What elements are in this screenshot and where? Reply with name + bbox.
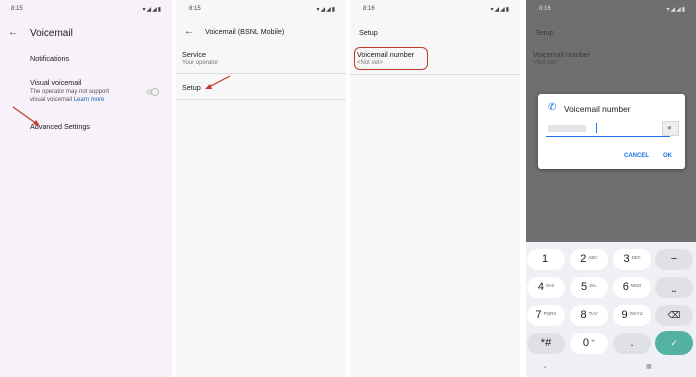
voicemail-number-input[interactable] bbox=[546, 121, 670, 136]
key-star-hash[interactable]: *# bbox=[527, 333, 565, 354]
contact-picker-button[interactable]: ● bbox=[662, 121, 679, 136]
key-minus[interactable]: − bbox=[655, 249, 693, 270]
divider bbox=[350, 74, 520, 75]
key-letters: JKL bbox=[589, 283, 597, 289]
ok-button[interactable]: OK bbox=[663, 153, 672, 159]
voicemail-number-dialog-screen: 8:16 ▾◢◢▮ Setup Voicemail number <Not se… bbox=[526, 0, 696, 377]
key-1[interactable]: 1 bbox=[527, 249, 565, 270]
key-digit: 4 bbox=[537, 281, 545, 293]
backspace-icon: ⌫ bbox=[667, 310, 681, 320]
key-confirm[interactable]: ✓ bbox=[655, 331, 693, 355]
key-letters: WXYZ bbox=[629, 311, 643, 317]
phone-icon: ✆ bbox=[548, 102, 557, 113]
status-icons: ▾◢◢▮ bbox=[490, 7, 510, 13]
key-digit: 7 bbox=[535, 309, 542, 321]
bg-page-title: Setup bbox=[535, 28, 554, 37]
status-bar: 8:16 ▾◢◢▮ bbox=[526, 6, 696, 16]
keyboard-switch-icon[interactable]: ▦ bbox=[646, 363, 652, 370]
setup-screen: 8:16 ▾◢◢▮ Setup Voicemail number <Not se… bbox=[350, 0, 520, 377]
key-digit: *# bbox=[540, 337, 552, 349]
key-letters: TUV bbox=[588, 311, 598, 317]
key-digit: 2 bbox=[580, 253, 587, 265]
key-digit: 1 bbox=[541, 253, 549, 265]
status-bar: 8:16 ▾◢◢▮ bbox=[350, 6, 520, 16]
key-letters: GHI bbox=[546, 283, 555, 289]
key-8[interactable]: 8 TUV bbox=[570, 305, 608, 326]
key-letters: DEF bbox=[631, 255, 641, 261]
dialog-title: Voicemail number bbox=[564, 104, 631, 114]
page-title: Setup bbox=[359, 28, 378, 37]
key-letters: ABC bbox=[588, 255, 598, 261]
status-icons: ▾◢◢▮ bbox=[666, 7, 686, 13]
redacted-number bbox=[548, 125, 586, 132]
input-underline bbox=[546, 136, 670, 137]
cancel-button[interactable]: CANCEL bbox=[624, 153, 649, 159]
annotation-arrow-1 bbox=[12, 106, 40, 126]
key-0[interactable]: 0 + bbox=[570, 333, 608, 354]
annotation-highlight-box bbox=[354, 47, 428, 70]
annotation-arrow-2 bbox=[205, 75, 231, 89]
bg-voicemail-number-title: Voicemail number bbox=[533, 50, 591, 59]
voicemail-carrier-screen: 8:15 ▾◢◢▮ ← Voicemail (BSNL Mobile) Serv… bbox=[176, 0, 346, 377]
key-2[interactable]: 2 ABC bbox=[570, 249, 608, 270]
key-backspace[interactable]: ⌫ bbox=[655, 305, 693, 326]
key-letters: PQRS bbox=[543, 311, 557, 317]
key-6[interactable]: 6 MNO bbox=[613, 277, 651, 298]
key-symbol: − bbox=[670, 253, 678, 265]
key-4[interactable]: 4 GHI bbox=[527, 277, 565, 298]
key-digit: 6 bbox=[622, 281, 629, 293]
key-5[interactable]: 5 JKL bbox=[570, 277, 608, 298]
voicemail-screen: 8:15 ▾◢◢▮ ← Voicemail Notifications Visu… bbox=[0, 0, 172, 377]
key-digit: 9 bbox=[621, 309, 628, 321]
numeric-keypad: 1 2 ABC 3 DEF − 4 GHI 5 JKL 6 MNO ⎵ 7 PQRS 8 TU… bbox=[526, 242, 696, 377]
key-digit: 0 bbox=[582, 337, 590, 349]
status-time: 8:16 bbox=[363, 6, 375, 12]
key-letters: MNO bbox=[630, 283, 642, 289]
key-digit: 5 bbox=[581, 281, 588, 293]
key-7[interactable]: 7 PQRS bbox=[527, 305, 565, 326]
voicemail-number-dialog: ✆ Voicemail number ● CANCEL OK bbox=[538, 94, 685, 169]
contact-icon: ● bbox=[667, 123, 672, 132]
checkmark-icon: ✓ bbox=[670, 338, 678, 348]
key-digit: 3 bbox=[623, 253, 630, 265]
key-digit: 8 bbox=[580, 309, 587, 321]
key-space[interactable]: ⎵ bbox=[655, 277, 693, 298]
bg-voicemail-number-sub: <Not set> bbox=[533, 60, 560, 66]
key-letters: + bbox=[591, 338, 596, 346]
key-digit: . bbox=[630, 337, 634, 349]
status-time: 8:16 bbox=[539, 6, 551, 12]
space-icon: ⎵ bbox=[672, 282, 676, 292]
key-dot[interactable]: . bbox=[613, 333, 651, 354]
nav-chevron-down-icon[interactable]: ⌄ bbox=[542, 362, 548, 370]
key-3[interactable]: 3 DEF bbox=[613, 249, 651, 270]
key-9[interactable]: 9 WXYZ bbox=[613, 305, 651, 326]
text-cursor bbox=[596, 123, 597, 133]
